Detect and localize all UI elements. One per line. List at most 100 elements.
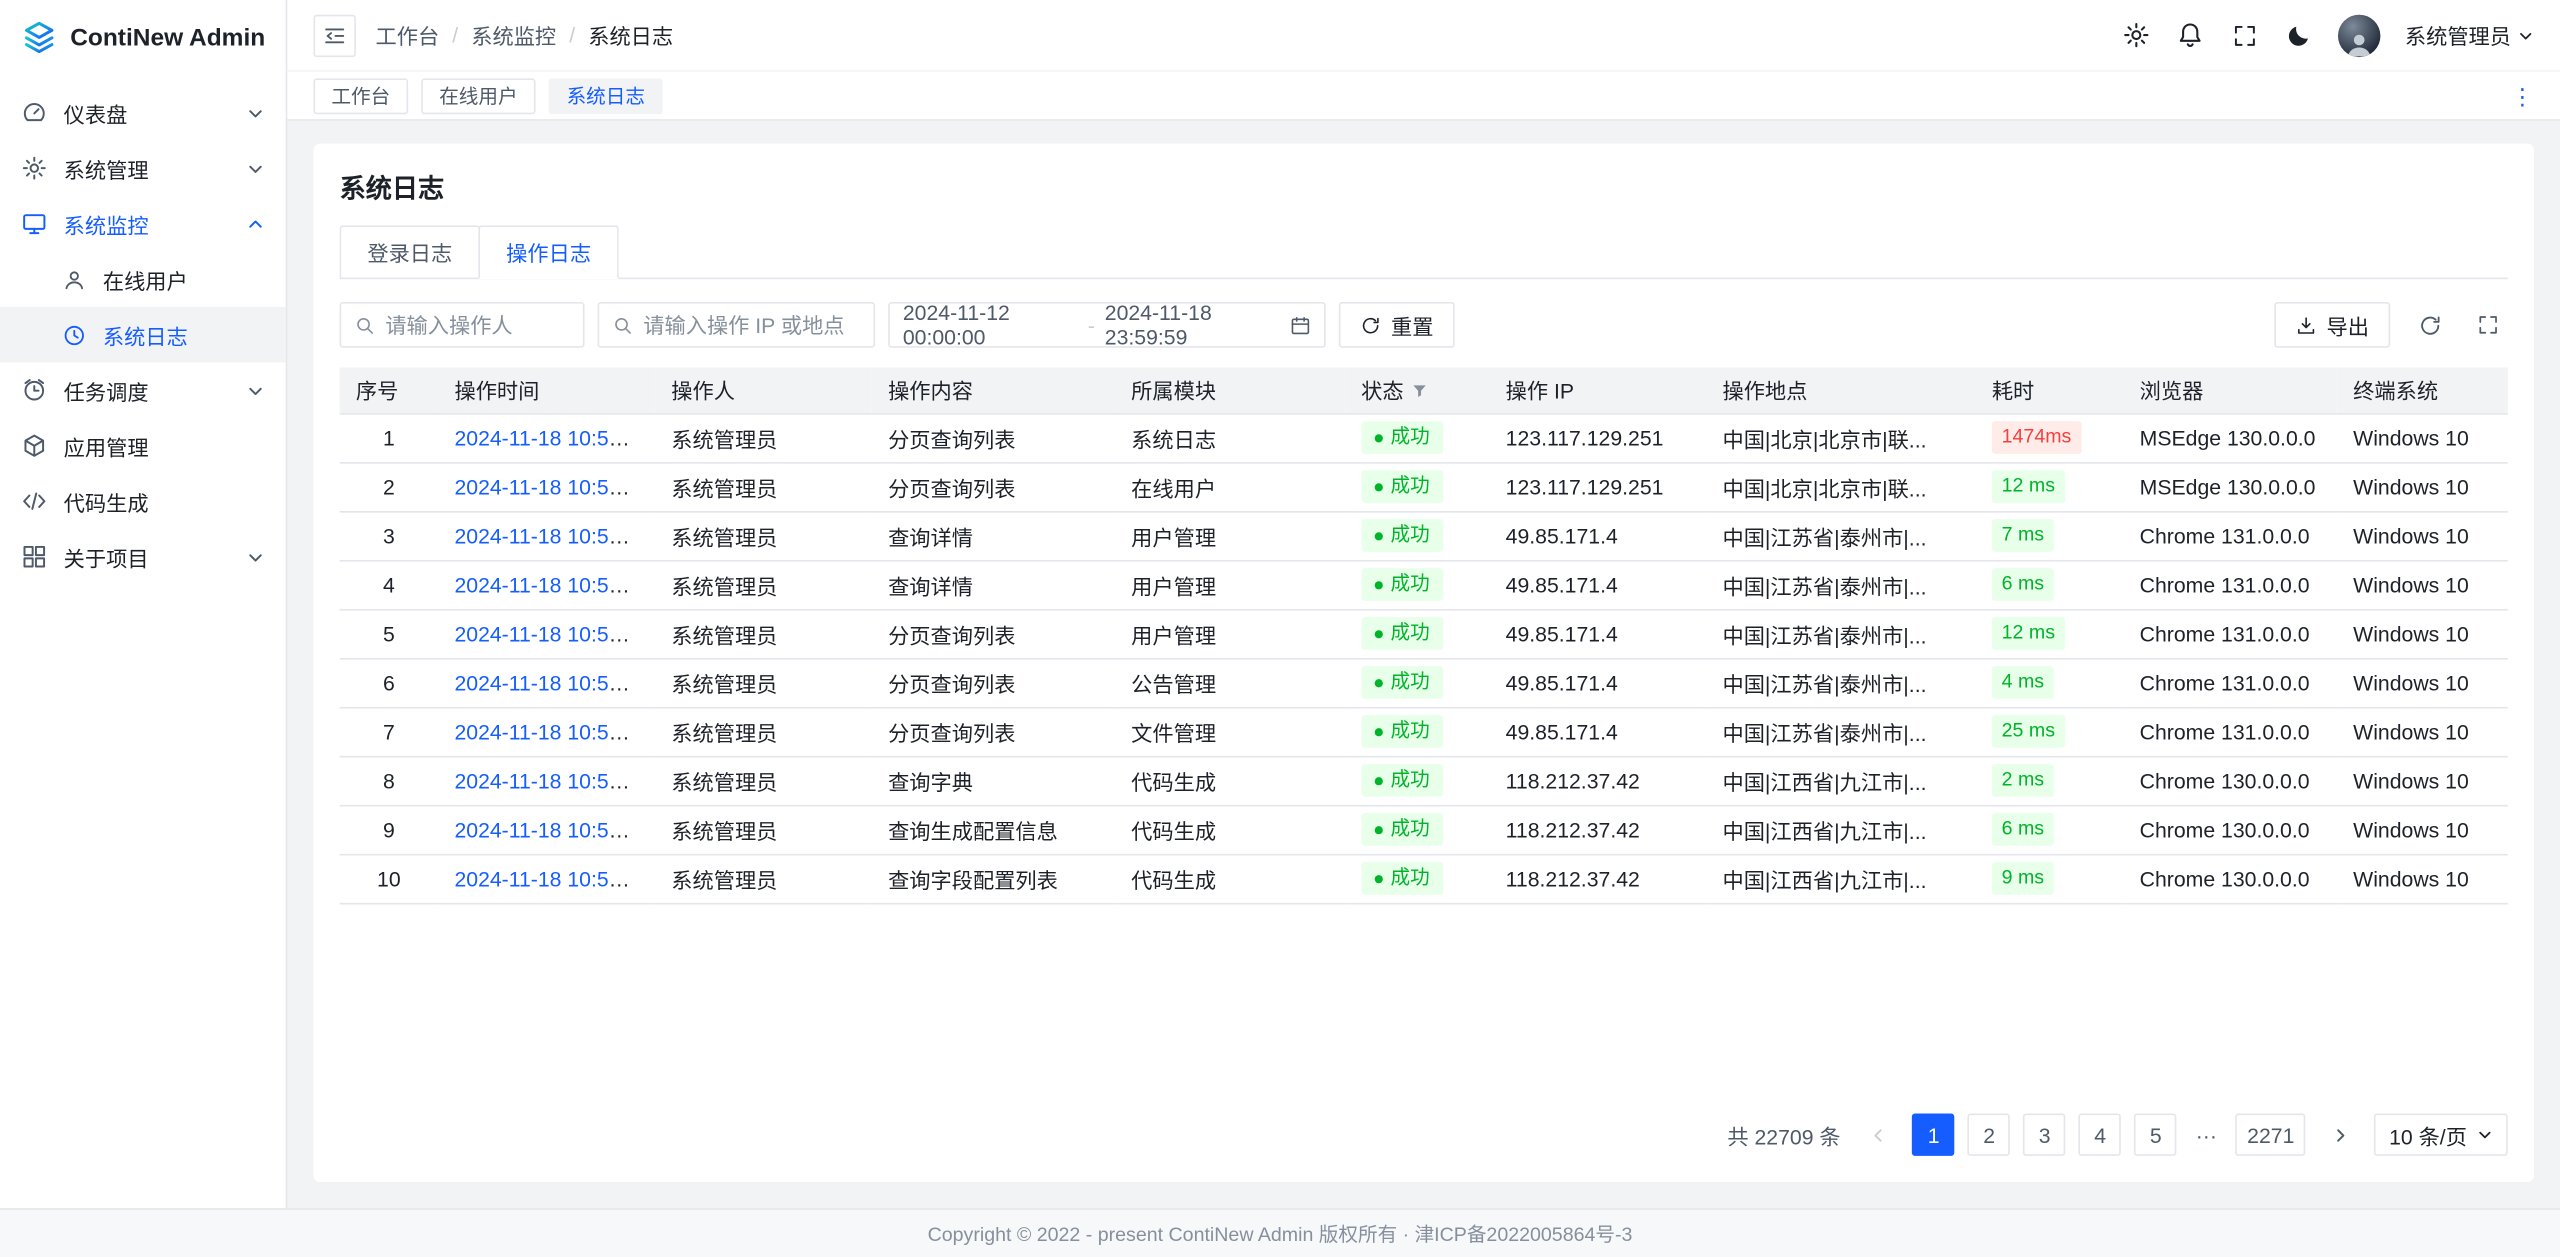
cell-os: Windows 10	[2337, 560, 2508, 609]
page-tabbar: 工作台 在线用户 系统日志 ⋮	[287, 72, 2560, 121]
page-size-select[interactable]: 10 条/页	[2374, 1113, 2507, 1155]
tab-workplace[interactable]: 工作台	[313, 78, 408, 114]
dark-mode-icon[interactable]	[2284, 20, 2313, 49]
settings-icon[interactable]	[2122, 20, 2151, 49]
cell-elapsed: 9 ms	[1976, 854, 2124, 903]
sidebar-item-system-monitor[interactable]: 系统监控	[0, 196, 286, 252]
cell-content: 分页查询列表	[872, 413, 1115, 462]
app-logo[interactable]: ContiNew Admin	[0, 0, 286, 75]
cell-module: 公告管理	[1115, 658, 1345, 707]
filter-icon[interactable]	[1410, 382, 1428, 400]
next-page-button[interactable]	[2319, 1113, 2361, 1155]
page-size-value: 10 条/页	[2389, 1119, 2467, 1150]
table-row: 62024-11-18 10:51:53系统管理员分页查询列表公告管理成功49.…	[340, 658, 2508, 707]
fullscreen-icon[interactable]	[2230, 20, 2259, 49]
tabbar-more-icon[interactable]: ⋮	[2511, 84, 2534, 107]
system-log-card: 系统日志 登录日志 操作日志	[313, 144, 2533, 1182]
sidebar-item-dashboard[interactable]: 仪表盘	[0, 85, 286, 141]
sidebar-item-about-project[interactable]: 关于项目	[0, 529, 286, 585]
refresh-table-button[interactable]	[2410, 305, 2449, 344]
page-button-2271[interactable]: 2271	[2236, 1113, 2306, 1155]
cell-operator: 系统管理员	[655, 658, 872, 707]
cell-location: 中国|江苏省|泰州市|...	[1706, 707, 1975, 756]
avatar[interactable]	[2338, 14, 2380, 56]
brand-title: ContiNew Admin	[70, 24, 265, 52]
cell-status: 成功	[1345, 462, 1490, 511]
operator-search-input[interactable]	[385, 313, 569, 337]
sidebar-item-system-management[interactable]: 系统管理	[0, 140, 286, 196]
page-title: 系统日志	[340, 167, 2508, 206]
page-button-3[interactable]: 3	[2023, 1113, 2065, 1155]
cell-operator: 系统管理员	[655, 854, 872, 903]
logo-icon	[21, 20, 57, 56]
cell-status: 成功	[1345, 511, 1490, 560]
history-icon	[60, 322, 86, 348]
sidebar-item-code-generation[interactable]: 代码生成	[0, 473, 286, 529]
cell-ip: 49.85.171.4	[1489, 511, 1706, 560]
export-button[interactable]: 导出	[2274, 302, 2390, 348]
operation-time-link[interactable]: 2024-11-18 10:51:55	[454, 621, 650, 645]
operation-time-link[interactable]: 2024-11-18 10:51:52	[454, 719, 650, 743]
cell-time: 2024-11-18 10:51:52	[438, 707, 655, 756]
tab-system-logs[interactable]: 系统日志	[549, 78, 663, 114]
cell-os: Windows 10	[2337, 413, 2508, 462]
sidebar-item-task-schedule[interactable]: 任务调度	[0, 362, 286, 418]
pagination: 共 22709 条 12345···2271 10 条/页	[340, 1091, 2508, 1156]
operation-time-link[interactable]: 2024-11-18 10:52:47	[454, 474, 650, 498]
date-range-picker[interactable]: 2024-11-12 00:00:00 - 2024-11-18 23:59:5…	[888, 302, 1326, 348]
page-button-4[interactable]: 4	[2079, 1113, 2121, 1155]
operation-time-link[interactable]: 2024-11-18 10:51:49	[454, 817, 650, 841]
breadcrumb-item-system-monitor[interactable]: 系统监控	[471, 20, 556, 51]
cell-operator: 系统管理员	[655, 756, 872, 805]
chevron-up-icon	[247, 215, 265, 233]
elapsed-badge: 12 ms	[1992, 471, 2065, 503]
date-end-value: 2024-11-18 23:59:59	[1105, 300, 1280, 349]
column-header-10: 终端系统	[2337, 367, 2508, 413]
sidebar-item-online-users[interactable]: 在线用户	[0, 251, 286, 307]
sidebar-item-system-logs[interactable]: 系统日志	[0, 307, 286, 363]
cell-ip: 49.85.171.4	[1489, 658, 1706, 707]
status-badge: 成功	[1361, 568, 1443, 600]
sidebar-item-app-management[interactable]: 应用管理	[0, 418, 286, 474]
cell-elapsed: 7 ms	[1976, 511, 2124, 560]
column-header-9: 浏览器	[2123, 367, 2337, 413]
operation-time-link[interactable]: 2024-11-18 10:51:53	[454, 670, 650, 694]
operation-time-link[interactable]: 2024-11-18 10:52:05	[454, 572, 650, 596]
page-button-1[interactable]: 1	[1912, 1113, 1954, 1155]
column-header-1: 操作时间	[438, 367, 655, 413]
reset-button[interactable]: 重置	[1339, 302, 1455, 348]
bell-icon[interactable]	[2176, 20, 2205, 49]
tab-online-users[interactable]: 在线用户	[421, 78, 535, 114]
page-button-5[interactable]: 5	[2135, 1113, 2177, 1155]
prev-page-button[interactable]	[1857, 1113, 1899, 1155]
page-button-2[interactable]: 2	[1968, 1113, 2010, 1155]
cell-module: 用户管理	[1115, 511, 1345, 560]
tab-login-logs[interactable]: 登录日志	[340, 225, 480, 279]
app-root: ContiNew Admin 仪表盘 系统管理	[0, 0, 2560, 1257]
operation-time-link[interactable]: 2024-11-18 10:51:49	[454, 866, 650, 890]
operation-time-link[interactable]: 2024-11-18 10:51:50	[454, 768, 650, 792]
status-badge: 成功	[1361, 715, 1443, 747]
cell-content: 查询详情	[872, 560, 1115, 609]
tab-operation-logs[interactable]: 操作日志	[478, 225, 618, 279]
user-menu[interactable]: 系统管理员	[2405, 20, 2534, 51]
cell-os: Windows 10	[2337, 805, 2508, 854]
cell-module: 用户管理	[1115, 609, 1345, 658]
cell-browser: Chrome 131.0.0.0	[2123, 511, 2337, 560]
cell-location: 中国|江苏省|泰州市|...	[1706, 511, 1975, 560]
main-area: 工作台 / 系统监控 / 系统日志	[287, 0, 2560, 1208]
cell-location: 中国|江苏省|泰州市|...	[1706, 609, 1975, 658]
elapsed-badge: 7 ms	[1992, 520, 2054, 552]
breadcrumb-separator: /	[569, 23, 575, 47]
table-fullscreen-button[interactable]	[2469, 305, 2508, 344]
operation-time-link[interactable]: 2024-11-18 10:52:55	[454, 425, 650, 449]
breadcrumb-item-workplace[interactable]: 工作台	[376, 20, 440, 51]
sidebar-collapse-button[interactable]	[313, 14, 355, 56]
ip-search-input[interactable]	[643, 313, 860, 337]
cell-elapsed: 12 ms	[1976, 462, 2124, 511]
ip-search-field	[598, 302, 876, 348]
cell-operator: 系统管理员	[655, 609, 872, 658]
copyright-text: Copyright © 2022 - present ContiNew Admi…	[928, 1220, 1633, 1248]
cell-ip: 118.212.37.42	[1489, 805, 1706, 854]
operation-time-link[interactable]: 2024-11-18 10:52:12	[454, 523, 650, 547]
